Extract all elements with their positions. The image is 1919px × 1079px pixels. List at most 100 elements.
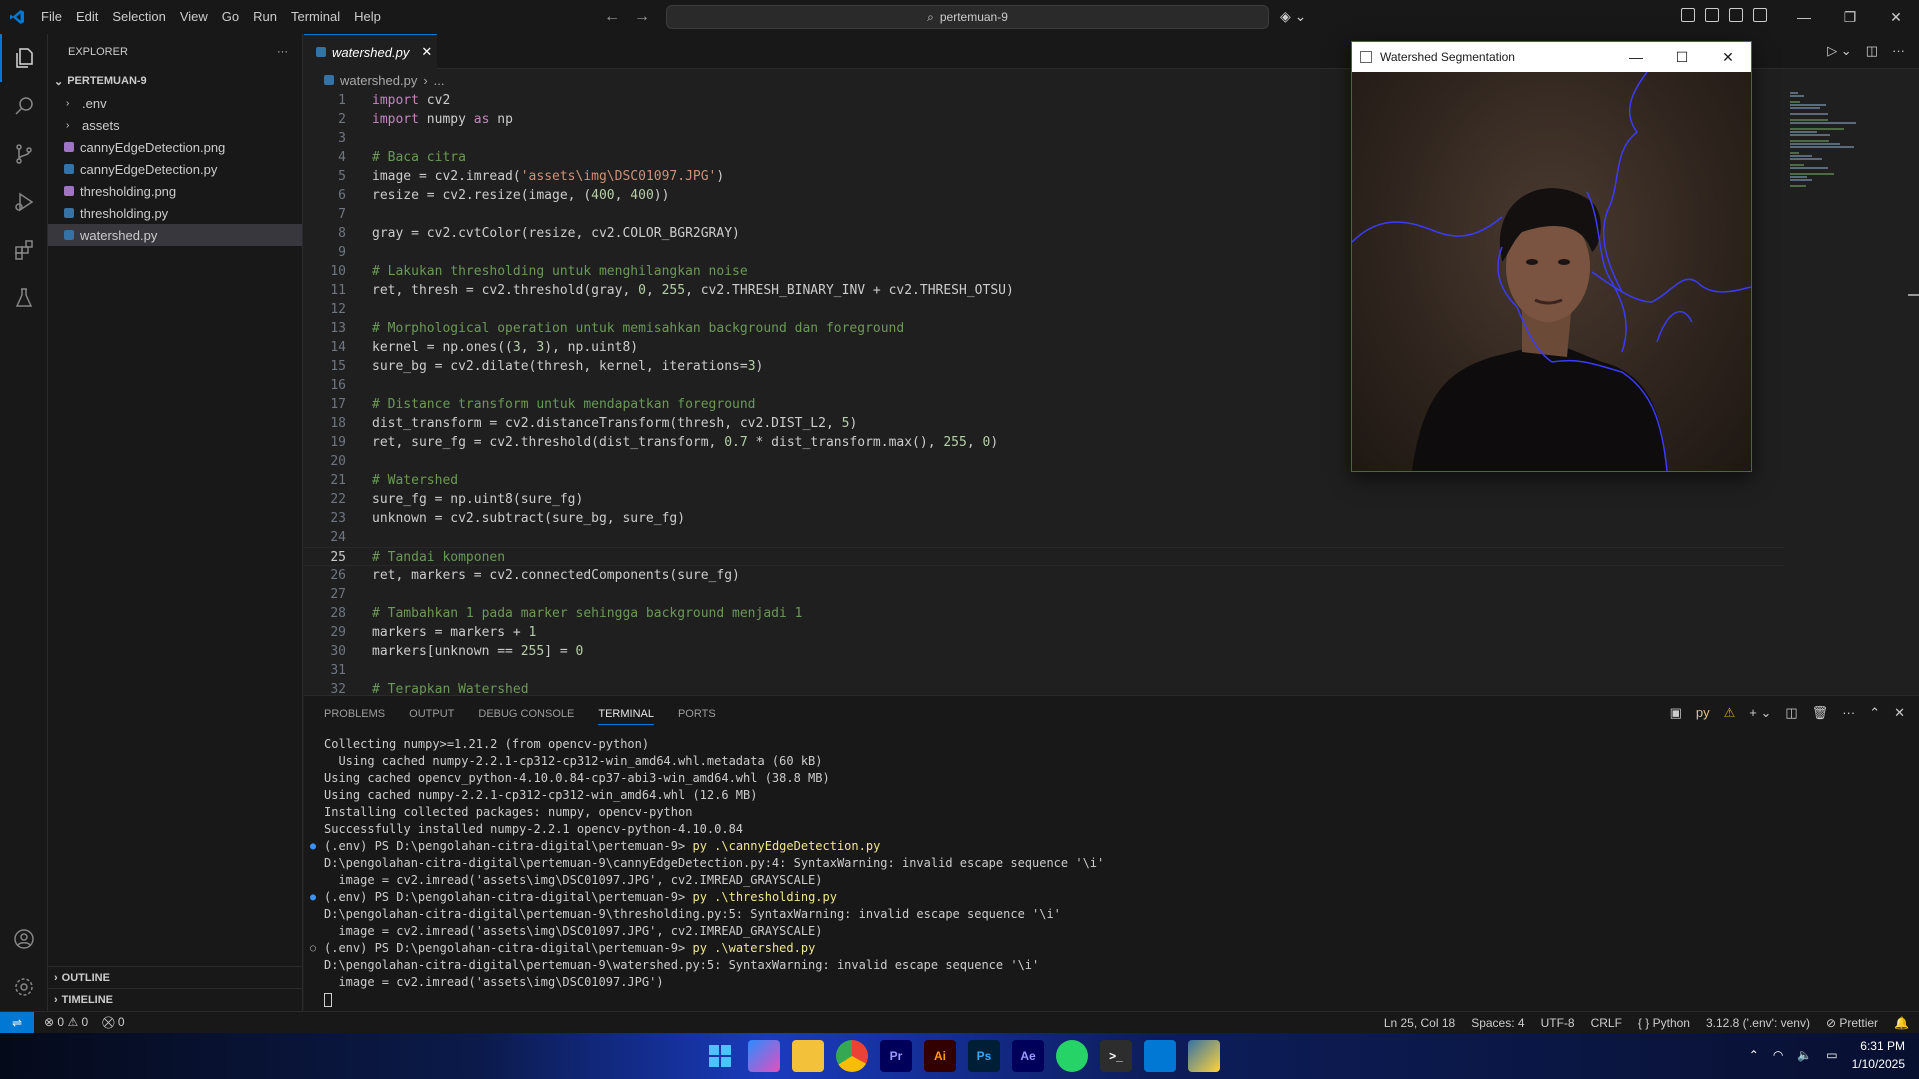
command-success-dot-icon[interactable]: ● <box>310 889 316 906</box>
illustrator-icon[interactable]: Ai <box>924 1040 956 1072</box>
menu-help[interactable]: Help <box>347 0 388 34</box>
toggle-panel-icon[interactable] <box>1729 8 1743 22</box>
end-of-line[interactable]: CRLF <box>1591 1016 1622 1030</box>
after-effects-icon[interactable]: Ae <box>1012 1040 1044 1072</box>
close-tab-icon[interactable]: ✕ <box>421 44 432 60</box>
kill-terminal-trash-icon[interactable]: 🗑 <box>1812 705 1829 721</box>
tab-problems[interactable]: PROBLEMS <box>324 708 385 720</box>
command-running-dot-icon[interactable]: ○ <box>310 940 316 957</box>
remote-indicator-icon[interactable]: ⇌ <box>0 1011 34 1034</box>
more-actions-icon[interactable]: ··· <box>1892 43 1905 59</box>
testing-flask-icon[interactable] <box>0 274 48 322</box>
toggle-secondary-sidebar-icon[interactable] <box>1753 8 1767 22</box>
menu-go[interactable]: Go <box>215 0 246 34</box>
tree-file-cannyedgedetection-png[interactable]: cannyEdgeDetection.png <box>48 136 302 158</box>
terminal-output[interactable]: Collecting numpy>=1.21.2 (from opencv-py… <box>304 736 1904 1008</box>
volume-icon[interactable]: 🔈 <box>1797 1048 1812 1062</box>
language-mode[interactable]: { } Python <box>1638 1016 1690 1030</box>
explorer-icon[interactable] <box>0 34 48 82</box>
close-icon[interactable]: ✕ <box>1705 42 1751 72</box>
code-line[interactable]: 28 # Tambahkan 1 pada marker sehingga bac… <box>304 604 1784 623</box>
workspace-folder[interactable]: ⌄ PERTEMUAN-9 <box>48 70 302 92</box>
terminal-app-icon[interactable]: >_ <box>1100 1040 1132 1072</box>
breadcrumb-file[interactable]: watershed.py <box>340 73 417 88</box>
outline-section[interactable]: › OUTLINE <box>48 966 303 988</box>
search-icon[interactable] <box>0 82 48 130</box>
restore-icon[interactable]: ❐ <box>1827 0 1873 34</box>
more-actions-icon[interactable]: ··· <box>277 46 288 58</box>
vscode-taskbar-icon[interactable] <box>1144 1040 1176 1072</box>
whatsapp-icon[interactable] <box>1056 1040 1088 1072</box>
code-line[interactable]: 31 <box>304 661 1784 680</box>
tab-terminal[interactable]: TERMINAL <box>598 703 654 725</box>
code-line[interactable]: 27 <box>304 585 1784 604</box>
code-line[interactable]: 23 unknown = cv2.subtract(sure_bg, sure_f… <box>304 509 1784 528</box>
maximize-icon[interactable]: ☐ <box>1659 42 1705 72</box>
back-arrow-icon[interactable]: ← <box>604 8 620 26</box>
code-line[interactable]: 30 markers[unknown == 255] = 0 <box>304 642 1784 661</box>
minimize-icon[interactable]: — <box>1781 0 1827 34</box>
menu-terminal[interactable]: Terminal <box>284 0 347 34</box>
encoding[interactable]: UTF-8 <box>1541 1016 1575 1030</box>
code-line[interactable]: 26 ret, markers = cv2.connectedComponents… <box>304 566 1784 585</box>
show-hidden-icons-chevron-up-icon[interactable]: ⌃ <box>1749 1048 1759 1062</box>
breadcrumb-symbols[interactable]: ... <box>434 73 445 88</box>
menu-edit[interactable]: Edit <box>69 0 105 34</box>
close-icon[interactable]: ✕ <box>1873 0 1919 34</box>
premiere-pro-icon[interactable]: Pr <box>880 1040 912 1072</box>
new-terminal-icon[interactable]: + ⌄ <box>1749 705 1771 721</box>
battery-icon[interactable]: ▭ <box>1826 1048 1837 1062</box>
forward-arrow-icon[interactable]: → <box>634 8 650 26</box>
more-actions-icon[interactable]: ··· <box>1842 705 1855 721</box>
split-terminal-icon[interactable]: ◫ <box>1785 705 1797 721</box>
chrome-icon[interactable] <box>836 1040 868 1072</box>
menu-file[interactable]: File <box>34 0 69 34</box>
prettier-status[interactable]: ⊘ Prettier <box>1826 1016 1878 1030</box>
code-line[interactable]: 21 # Watershed <box>304 471 1784 490</box>
code-line[interactable]: 25 # Tandai komponen <box>304 547 1784 566</box>
tab-debug-console[interactable]: DEBUG CONSOLE <box>478 708 574 720</box>
menu-view[interactable]: View <box>173 0 215 34</box>
minimize-icon[interactable]: — <box>1613 42 1659 72</box>
code-line[interactable]: 22 sure_fg = np.uint8(sure_fg) <box>304 490 1784 509</box>
ports-indicator[interactable]: ⛒ 0 <box>102 1015 124 1030</box>
menu-run[interactable]: Run <box>246 0 284 34</box>
copilot-icon[interactable]: ◈ ⌄ <box>1280 8 1306 25</box>
menu-selection[interactable]: Selection <box>105 0 172 34</box>
python-taskbar-icon[interactable] <box>1188 1040 1220 1072</box>
tree-file-thresholding-png[interactable]: thresholding.png <box>48 180 302 202</box>
tree-file-thresholding-py[interactable]: thresholding.py <box>48 202 302 224</box>
photoshop-icon[interactable]: Ps <box>968 1040 1000 1072</box>
python-interpreter[interactable]: 3.12.8 ('.env': venv) <box>1706 1016 1810 1030</box>
terminal-shell-label[interactable]: py <box>1696 705 1710 721</box>
code-line[interactable]: 32 # Terapkan Watershed <box>304 680 1784 695</box>
close-panel-icon[interactable]: ✕ <box>1894 705 1905 721</box>
terminal-shell-icon[interactable]: ▣ <box>1670 705 1682 721</box>
tab-watershed-py[interactable]: watershed.py ✕ <box>304 34 437 69</box>
manage-gear-icon[interactable] <box>0 963 48 1011</box>
wifi-icon[interactable]: ◠ <box>1773 1048 1783 1062</box>
minimap[interactable] <box>1790 91 1910 695</box>
problems-indicator[interactable]: ⊗ 0 ⚠ 0 <box>44 1015 88 1030</box>
cursor-position[interactable]: Ln 25, Col 18 <box>1384 1016 1455 1030</box>
command-center-search[interactable]: ⌕ pertemuan-9 <box>666 5 1269 29</box>
terminal-input-line[interactable] <box>324 991 1904 1008</box>
customize-layout-icon[interactable] <box>1681 8 1695 22</box>
clock[interactable]: 6:31 PM 1/10/2025 <box>1852 1037 1905 1073</box>
tab-ports[interactable]: PORTS <box>678 708 716 720</box>
run-debug-icon[interactable] <box>0 178 48 226</box>
run-file-icon[interactable]: ▷ ⌄ <box>1827 43 1852 59</box>
split-editor-icon[interactable]: ◫ <box>1866 43 1878 59</box>
tree-folder-env[interactable]: › .env <box>48 92 302 114</box>
toggle-sidebar-icon[interactable] <box>1705 8 1719 22</box>
code-line[interactable]: 29 markers = markers + 1 <box>304 623 1784 642</box>
timeline-section[interactable]: › TIMELINE <box>48 988 303 1010</box>
file-explorer-icon[interactable] <box>792 1040 824 1072</box>
extensions-icon[interactable] <box>0 226 48 274</box>
code-line[interactable]: 24 <box>304 528 1784 547</box>
tree-file-cannyedgedetection-py[interactable]: cannyEdgeDetection.py <box>48 158 302 180</box>
tab-output[interactable]: OUTPUT <box>409 708 454 720</box>
tree-file-watershed-py[interactable]: watershed.py <box>48 224 302 246</box>
indentation[interactable]: Spaces: 4 <box>1471 1016 1524 1030</box>
command-success-dot-icon[interactable]: ● <box>310 838 316 855</box>
